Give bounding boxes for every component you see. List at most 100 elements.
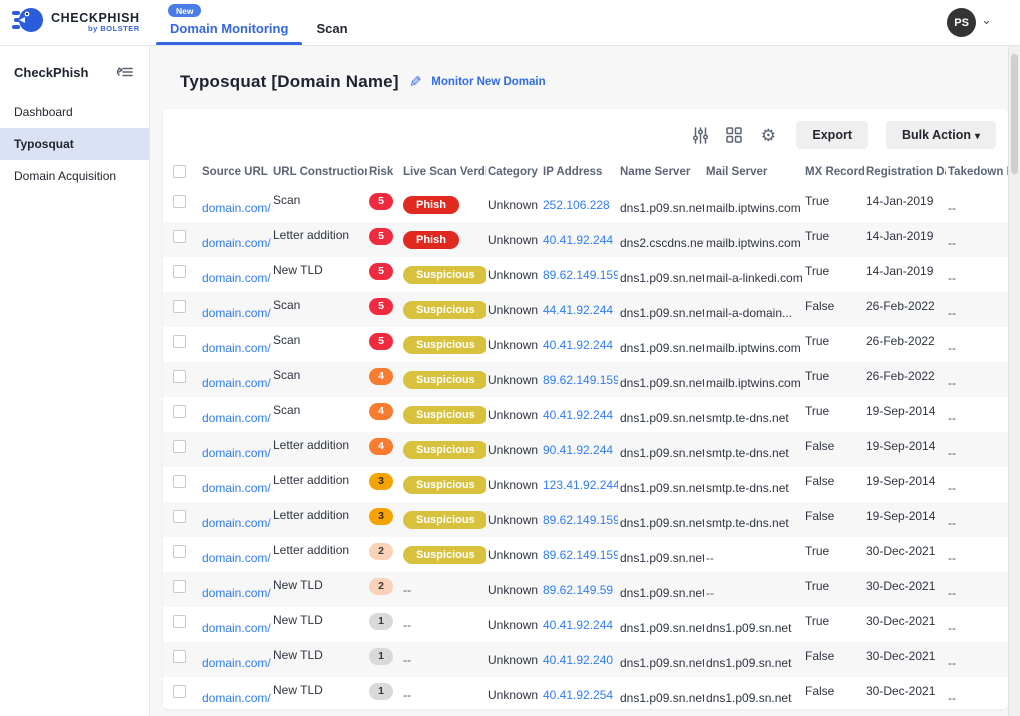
mx-records-value: False <box>805 299 834 313</box>
column-header-takedown-inquiry[interactable]: Takedown Inquiry <box>946 159 1008 187</box>
mail-server-empty: -- <box>706 551 714 565</box>
source-url-link[interactable]: domain.com/ <box>202 236 271 250</box>
column-header-mx-records[interactable]: MX Records <box>803 159 864 187</box>
mx-records-value: True <box>805 264 829 278</box>
top-nav: New Domain Monitoring Scan <box>156 0 362 45</box>
source-url-link[interactable]: domain.com/ <box>202 691 271 705</box>
verdict-badge: Suspicious <box>403 406 486 424</box>
ip-address-link[interactable]: 252.106.228 <box>543 198 610 212</box>
export-button[interactable]: Export <box>796 121 868 149</box>
ip-address-link[interactable]: 89.62.149.159 <box>543 268 618 282</box>
category-value: Unknown <box>488 618 538 632</box>
page-scrollbar-thumb[interactable] <box>1011 54 1018 174</box>
bulk-action-button[interactable]: Bulk Action▾ <box>886 121 996 149</box>
ip-address-link[interactable]: 89.62.149.159 <box>543 373 618 387</box>
source-url-link[interactable]: domain.com/ <box>202 306 271 320</box>
monitor-new-domain-link[interactable]: Monitor New Domain <box>431 76 545 88</box>
ip-address-link[interactable]: 123.41.92.244 <box>543 478 618 492</box>
row-checkbox[interactable] <box>173 475 186 488</box>
mail-server-value: dns1.p09.sn.net <box>706 621 791 635</box>
source-url-link[interactable]: domain.com/ <box>202 446 271 460</box>
row-checkbox[interactable] <box>173 510 186 523</box>
verdict-badge: Suspicious <box>403 511 486 529</box>
edit-pencil-icon[interactable]: ✎ <box>409 73 422 91</box>
sidebar-collapse-icon[interactable] <box>115 62 135 82</box>
source-url-link[interactable]: domain.com/ <box>202 516 271 530</box>
filter-sliders-icon[interactable] <box>690 125 710 145</box>
ip-address-link[interactable]: 40.41.92.244 <box>543 233 613 247</box>
table-row: domain.com/New TLD5SuspiciousUnknown89.6… <box>163 257 1008 292</box>
ip-address-link[interactable]: 40.41.92.240 <box>543 653 613 667</box>
tab-domain-monitoring[interactable]: New Domain Monitoring <box>156 0 302 45</box>
ip-address-link[interactable]: 44.41.92.244 <box>543 303 613 317</box>
chevron-down-icon: ⌄ <box>981 15 992 25</box>
row-checkbox[interactable] <box>173 650 186 663</box>
verdict-badge: Suspicious <box>403 546 486 564</box>
column-header-url-construction[interactable]: URL Construction <box>271 159 367 187</box>
column-header-source-url[interactable]: Source URL <box>200 159 271 187</box>
tab-scan[interactable]: Scan <box>302 0 361 45</box>
sidebar-item-typosquat[interactable]: Typosquat <box>0 128 149 160</box>
column-header-mail-server[interactable]: Mail Server <box>704 159 803 187</box>
row-checkbox[interactable] <box>173 440 186 453</box>
source-url-link[interactable]: domain.com/ <box>202 201 271 215</box>
registration-date-value: 30-Dec-2021 <box>866 544 935 558</box>
column-header-name-server[interactable]: Name Server <box>618 159 704 187</box>
row-checkbox[interactable] <box>173 405 186 418</box>
page-scrollbar-track[interactable] <box>1008 46 1020 716</box>
risk-badge: 5 <box>369 333 393 350</box>
ip-address-link[interactable]: 90.41.92.244 <box>543 443 613 457</box>
row-checkbox[interactable] <box>173 685 186 698</box>
url-construction-value: New TLD <box>273 263 323 277</box>
avatar[interactable]: PS <box>947 8 976 37</box>
ip-address-link[interactable]: 40.41.92.244 <box>543 408 613 422</box>
select-all-checkbox[interactable] <box>173 165 186 178</box>
column-header-ip-address[interactable]: IP Address <box>541 159 618 187</box>
source-url-link[interactable]: domain.com/ <box>202 586 271 600</box>
sidebar-item-dashboard[interactable]: Dashboard <box>0 96 149 128</box>
source-url-link[interactable]: domain.com/ <box>202 341 271 355</box>
row-checkbox[interactable] <box>173 265 186 278</box>
verdict-badge: Suspicious <box>403 266 486 284</box>
takedown-inquiry-value: -- <box>948 236 956 250</box>
column-header-category[interactable]: Category <box>486 159 541 187</box>
row-checkbox[interactable] <box>173 195 186 208</box>
user-menu[interactable]: PS ⌄ <box>947 0 1020 45</box>
row-checkbox[interactable] <box>173 545 186 558</box>
column-header-registration-date[interactable]: Registration Date <box>864 159 946 187</box>
source-url-link[interactable]: domain.com/ <box>202 551 271 565</box>
ip-address-link[interactable]: 89.62.149.159 <box>543 548 618 562</box>
column-header-risk[interactable]: Risk <box>367 159 401 187</box>
url-construction-value: Scan <box>273 298 300 312</box>
name-server-value: dns1.p09.sn.net <box>620 516 704 530</box>
settings-gear-icon[interactable]: ⚙ <box>758 125 778 145</box>
row-checkbox[interactable] <box>173 230 186 243</box>
category-value: Unknown <box>488 268 538 282</box>
row-checkbox[interactable] <box>173 615 186 628</box>
source-url-link[interactable]: domain.com/ <box>202 621 271 635</box>
source-url-link[interactable]: domain.com/ <box>202 481 271 495</box>
source-url-link[interactable]: domain.com/ <box>202 656 271 670</box>
category-value: Unknown <box>488 653 538 667</box>
takedown-inquiry-value: -- <box>948 201 956 215</box>
ip-address-link[interactable]: 40.41.92.244 <box>543 338 613 352</box>
ip-address-link[interactable]: 40.41.92.244 <box>543 618 613 632</box>
row-checkbox[interactable] <box>173 580 186 593</box>
ip-address-link[interactable]: 89.62.149.59 <box>543 583 613 597</box>
row-checkbox[interactable] <box>173 300 186 313</box>
source-url-link[interactable]: domain.com/ <box>202 376 271 390</box>
mail-server-value: mail-a-linkedi.com <box>706 271 803 285</box>
column-header-live-scan-verdict[interactable]: Live Scan Verdict <box>401 159 486 187</box>
grid-view-icon[interactable] <box>724 125 744 145</box>
source-url-link[interactable]: domain.com/ <box>202 411 271 425</box>
sidebar-item-domain-acquisition[interactable]: Domain Acquisition <box>0 160 149 192</box>
source-url-link[interactable]: domain.com/ <box>202 271 271 285</box>
registration-date-value: 30-Dec-2021 <box>866 614 935 628</box>
table-row: domain.com/New TLD1--Unknown40.41.92.254… <box>163 677 1008 709</box>
ip-address-link[interactable]: 40.41.92.254 <box>543 688 613 702</box>
url-construction-value: New TLD <box>273 648 323 662</box>
row-checkbox[interactable] <box>173 335 186 348</box>
registration-date-value: 26-Feb-2022 <box>866 334 935 348</box>
ip-address-link[interactable]: 89.62.149.159 <box>543 513 618 527</box>
row-checkbox[interactable] <box>173 370 186 383</box>
